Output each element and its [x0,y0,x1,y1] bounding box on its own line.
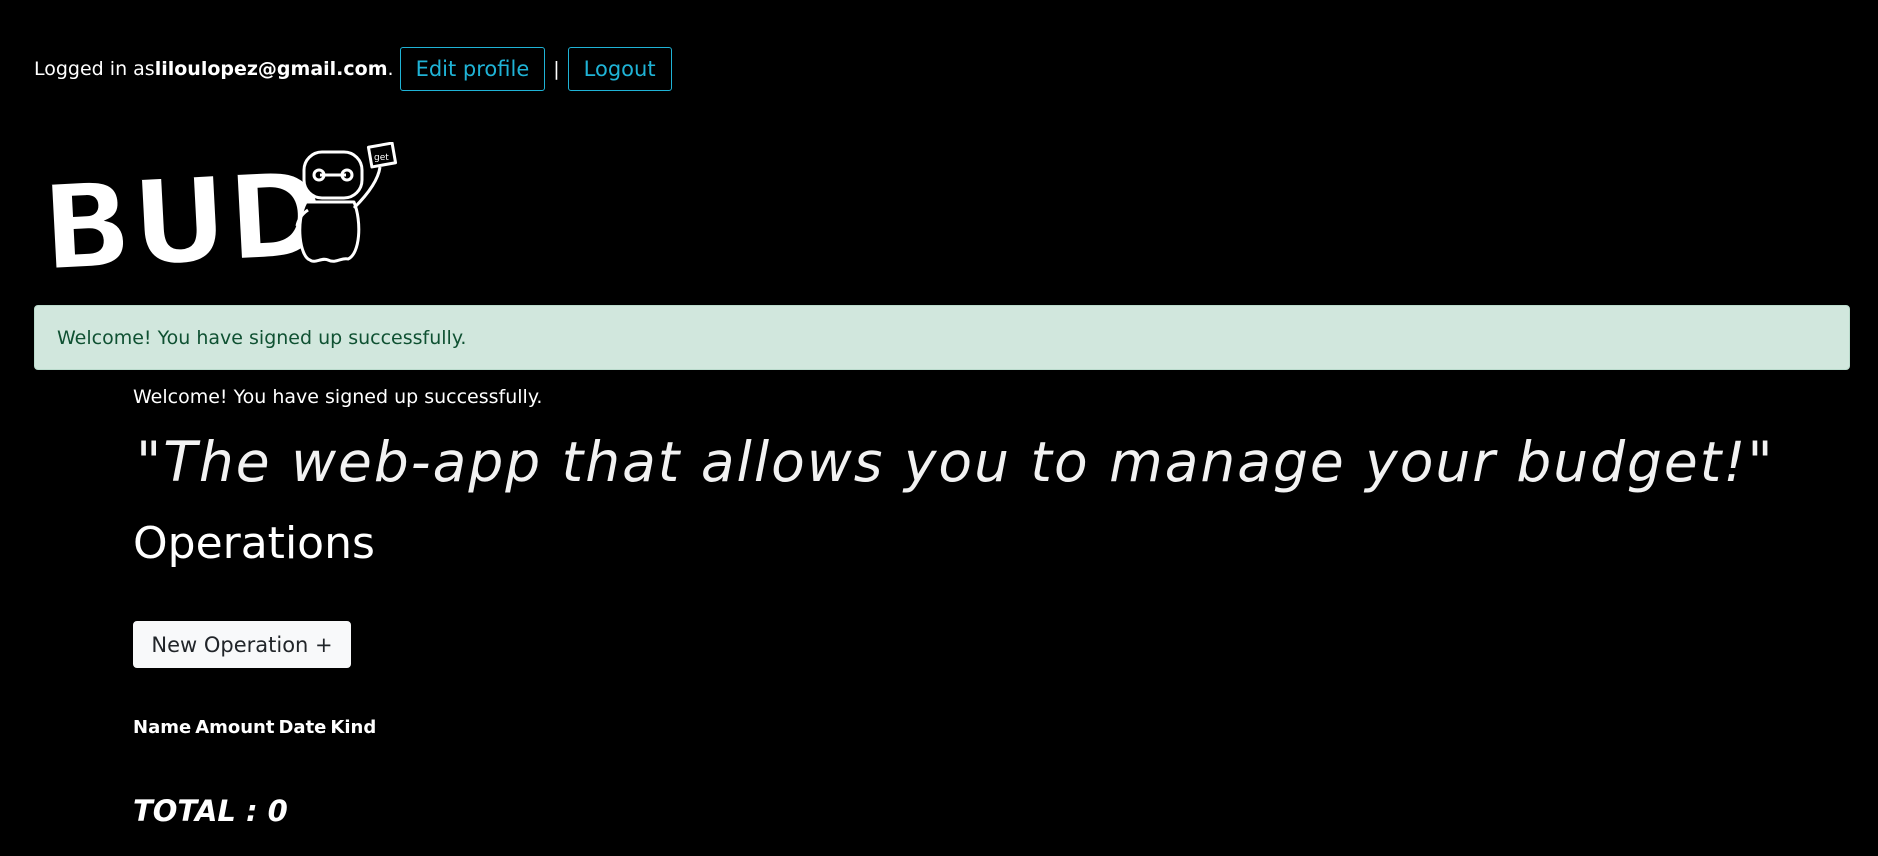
column-header-name: Name [133,717,192,738]
notice-message: Welcome! You have signed up successfully… [133,386,543,408]
user-email: liloulopez@gmail.com [154,58,388,80]
logged-in-label: Logged in as [34,58,155,80]
operations-table-header: Name Amount Date Kind [133,717,380,738]
logo-letters: BUD [40,145,329,292]
alert-message: Welcome! You have signed up successfully… [57,326,467,349]
bud-logo-image: BUD get [37,141,398,299]
tagline: "The web-app that allows you to manage y… [136,430,1775,494]
logo-badge-text: get [374,153,389,163]
column-header-date: Date [278,717,327,738]
separator: | [553,58,560,80]
robot-mascot-icon: get [295,141,398,263]
page-title: Operations [133,518,375,569]
user-bar: Logged in as liloulopez@gmail.com . Edit… [34,46,672,92]
success-alert: Welcome! You have signed up successfully… [34,305,1850,370]
column-header-amount: Amount [195,717,275,738]
column-header-kind: Kind [330,717,377,738]
edit-profile-button[interactable]: Edit profile [399,47,546,91]
email-suffix: . [387,58,394,80]
new-operation-button[interactable]: New Operation + [133,621,351,668]
bud-logo[interactable]: BUD get [37,141,402,299]
logout-button[interactable]: Logout [567,47,672,91]
total-label: TOTAL : 0 [133,794,288,828]
